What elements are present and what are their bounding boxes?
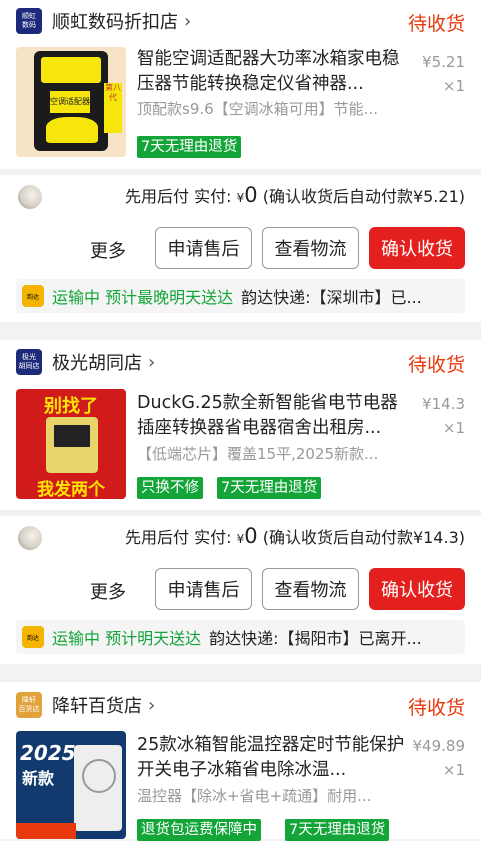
order-actions: 先用后付 实付: ¥0 (确认收货后自动付款¥14.3) 更多 申请售后 查看物…	[0, 516, 481, 664]
payment-summary: 先用后付 实付: ¥0 (确认收货后自动付款¥5.21)	[125, 183, 465, 207]
logistics-detail: 韵达快递:【揭阳市】已离开...	[209, 629, 422, 648]
after-sale-button[interactable]: 申请售后	[155, 227, 252, 269]
thumb-footer: 我发两个	[37, 480, 105, 499]
shop-header[interactable]: 降轩 百货店 降轩百货店 ›	[16, 692, 155, 718]
confirm-receipt-button[interactable]: 确认收货	[369, 568, 465, 610]
product-title[interactable]: DuckG.25款全新智能省电节电器插座转换器省电器宿舍出租房...	[137, 391, 407, 441]
order-status: 待收货	[407, 354, 465, 376]
tag-7day-return: 7天无理由退货	[137, 136, 242, 158]
shop-name: 极光胡同店	[52, 353, 142, 374]
product-sku[interactable]: 温控器【除冰+省电+疏通】耐用...	[137, 785, 409, 806]
more-button[interactable]: 更多	[90, 237, 126, 263]
product-title[interactable]: 25款冰箱智能温控器定时节能保护开关电子冰箱省电除冰温...	[137, 733, 407, 783]
shop-header[interactable]: 顺虹 数码 顺虹数码折扣店 ›	[16, 8, 191, 34]
payment-summary: 先用后付 实付: ¥0 (确认收货后自动付款¥14.3)	[125, 524, 465, 548]
shop-logo: 顺虹 数码	[16, 8, 42, 34]
pay-label: 先用后付 实付:	[125, 528, 232, 547]
yunda-logo-icon: 韵达	[22, 626, 44, 648]
thumb-headline: 别找了	[44, 396, 98, 417]
pay-amount: 0	[244, 183, 258, 207]
avatar	[18, 526, 42, 550]
chevron-right-icon: ›	[184, 10, 192, 32]
logistics-bar[interactable]: 韵达 运输中 预计明天送达 韵达快递:【揭阳市】已离开...	[16, 620, 465, 654]
logistics-bar[interactable]: 韵达 运输中 预计最晚明天送达 韵达快递:【深圳市】已...	[16, 279, 465, 313]
logistics-status: 运输中 预计明天送达	[52, 629, 202, 648]
order-status: 待收货	[407, 697, 465, 719]
shop-logo: 极光 胡同店	[16, 349, 42, 375]
tag-exchange-only: 只换不修	[137, 477, 203, 499]
shop-name: 顺虹数码折扣店	[52, 12, 178, 33]
order-card: 顺虹 数码 顺虹数码折扣店 › 待收货 空调适配器 第八代 智能空调适配器大功率冰…	[0, 0, 481, 169]
pay-amount: 0	[244, 524, 258, 548]
product-image[interactable]: 别找了 我发两个	[16, 389, 126, 499]
pay-note: (确认收货后自动付款¥5.21)	[262, 187, 465, 206]
shop-logo: 降轩 百货店	[16, 692, 42, 718]
product-image[interactable]: 空调适配器 第八代	[16, 47, 126, 157]
product-price: ¥14.3	[422, 395, 465, 413]
product-price: ¥5.21	[422, 53, 465, 71]
chevron-right-icon: ›	[148, 351, 156, 373]
confirm-receipt-button[interactable]: 确认收货	[369, 227, 465, 269]
product-qty: ×1	[442, 761, 465, 779]
product-image[interactable]: 2025 新款	[16, 731, 126, 839]
product-sku[interactable]: 【低端芯片】覆盖15平,2025新款...	[137, 443, 409, 464]
product-qty: ×1	[442, 419, 465, 437]
shop-name: 降轩百货店	[52, 696, 142, 717]
track-logistics-button[interactable]: 查看物流	[262, 227, 359, 269]
product-price: ¥49.89	[412, 737, 466, 755]
track-logistics-button[interactable]: 查看物流	[262, 568, 359, 610]
logistics-detail: 韵达快递:【深圳市】已...	[241, 288, 422, 307]
yunda-logo-icon: 韵达	[22, 285, 44, 307]
after-sale-button[interactable]: 申请售后	[155, 568, 252, 610]
product-title[interactable]: 智能空调适配器大功率冰箱家电稳压器节能转换稳定仪省神器...	[137, 47, 407, 97]
pay-label: 先用后付 实付:	[125, 187, 232, 206]
tag-7day-return: 7天无理由退货	[285, 819, 390, 841]
order-actions: 先用后付 实付: ¥0 (确认收货后自动付款¥5.21) 更多 申请售后 查看物…	[0, 175, 481, 322]
pay-note: (确认收货后自动付款¥14.3)	[262, 528, 465, 547]
chevron-right-icon: ›	[148, 694, 156, 716]
avatar	[18, 185, 42, 209]
product-sku[interactable]: 顶配款s9.6【空调冰箱可用】节能...	[137, 98, 409, 119]
more-button[interactable]: 更多	[90, 578, 126, 604]
order-status: 待收货	[407, 13, 465, 35]
tag-7day-return: 7天无理由退货	[217, 477, 322, 499]
logistics-status: 运输中 预计最晚明天送达	[52, 288, 234, 307]
thumb-year: 2025	[20, 741, 76, 765]
shop-header[interactable]: 极光 胡同店 极光胡同店 ›	[16, 349, 155, 375]
tag-return-shipping-insurance: 退货包运费保障中	[137, 819, 261, 841]
order-card: 降轩 百货店 降轩百货店 › 待收货 2025 新款 25款冰箱智能温控器定时节能…	[0, 682, 481, 841]
order-card: 极光 胡同店 极光胡同店 › 待收货 别找了 我发两个 DuckG.25款全新智能…	[0, 340, 481, 510]
product-qty: ×1	[442, 77, 465, 95]
thumb-subtitle: 新款	[22, 769, 55, 788]
